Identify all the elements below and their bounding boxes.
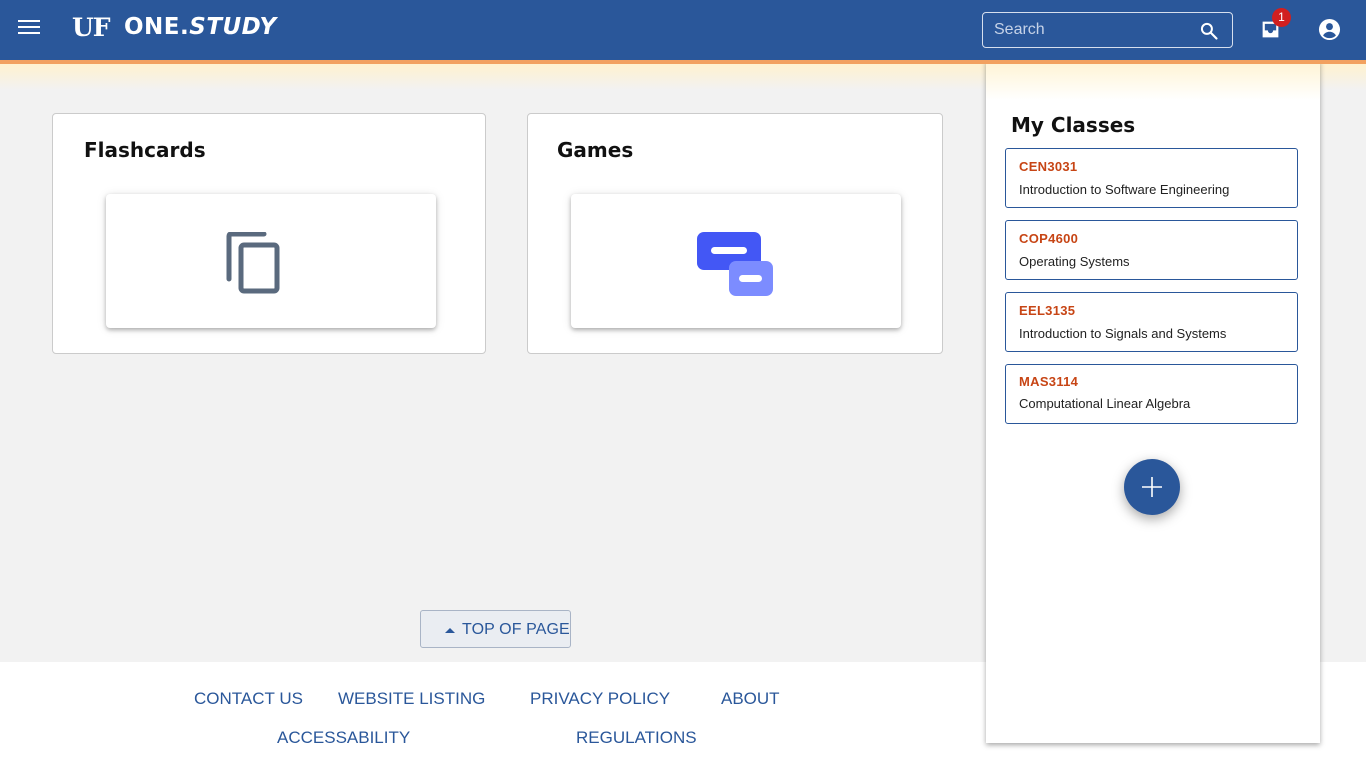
flashcards-title: Flashcards (84, 138, 206, 162)
class-code: COP4600 (1019, 231, 1079, 246)
class-name: Computational Linear Algebra (1019, 396, 1191, 411)
my-classes-panel: My Classes CEN3031 Introduction to Softw… (986, 60, 1320, 743)
top-app-bar: UF ONE.STUDY 1 (0, 0, 1366, 60)
class-name: Operating Systems (1019, 254, 1130, 269)
class-code: CEN3031 (1019, 159, 1078, 174)
header-accent-stripe (0, 60, 1366, 64)
search-input[interactable] (983, 13, 1193, 47)
arrow-up-icon (445, 628, 455, 633)
panel-glow (986, 60, 1320, 100)
footer-link-regulations[interactable]: REGULATIONS (576, 728, 697, 748)
top-of-page-button[interactable]: TOP OF PAGE (420, 610, 571, 648)
site-logo-text[interactable]: ONE.STUDY (124, 14, 277, 40)
chat-bubbles-icon (697, 232, 773, 296)
class-item-eel3135[interactable]: EEL3135 Introduction to Signals and Syst… (1005, 292, 1298, 352)
footer-link-contact-us[interactable]: CONTACT US (194, 689, 303, 709)
logo-text-study: STUDY (189, 14, 277, 40)
class-item-cop4600[interactable]: COP4600 Operating Systems (1005, 220, 1298, 280)
footer-link-accessability[interactable]: ACCESSABILITY (277, 728, 410, 748)
class-item-mas3114[interactable]: MAS3114 Computational Linear Algebra (1005, 364, 1298, 424)
add-class-button[interactable] (1124, 459, 1180, 515)
flashcards-tile[interactable] (106, 194, 436, 328)
plus-icon (1142, 477, 1162, 497)
search-box (982, 12, 1233, 48)
games-card: Games (527, 113, 943, 354)
class-name: Introduction to Software Engineering (1019, 182, 1230, 197)
class-item-cen3031[interactable]: CEN3031 Introduction to Software Enginee… (1005, 148, 1298, 208)
notification-badge: 1 (1272, 8, 1291, 27)
class-name: Introduction to Signals and Systems (1019, 326, 1227, 341)
uf-logo[interactable]: UF (72, 13, 111, 42)
games-title: Games (557, 138, 634, 162)
my-classes-title: My Classes (1011, 113, 1136, 137)
account-circle-icon[interactable] (1318, 18, 1341, 41)
search-icon[interactable] (1199, 21, 1219, 41)
footer-link-website-listing[interactable]: WEBSITE LISTING (338, 689, 485, 709)
top-of-page-label: TOP OF PAGE (462, 621, 570, 638)
class-code: EEL3135 (1019, 303, 1076, 318)
copy-cards-icon (226, 232, 280, 294)
games-tile[interactable] (571, 194, 901, 328)
menu-icon[interactable] (18, 20, 40, 38)
logo-text-one: ONE. (124, 14, 190, 40)
footer-link-about[interactable]: ABOUT (721, 689, 780, 709)
class-code: MAS3114 (1019, 374, 1079, 389)
flashcards-card: Flashcards (52, 113, 486, 354)
footer-link-privacy-policy[interactable]: PRIVACY POLICY (530, 689, 670, 709)
